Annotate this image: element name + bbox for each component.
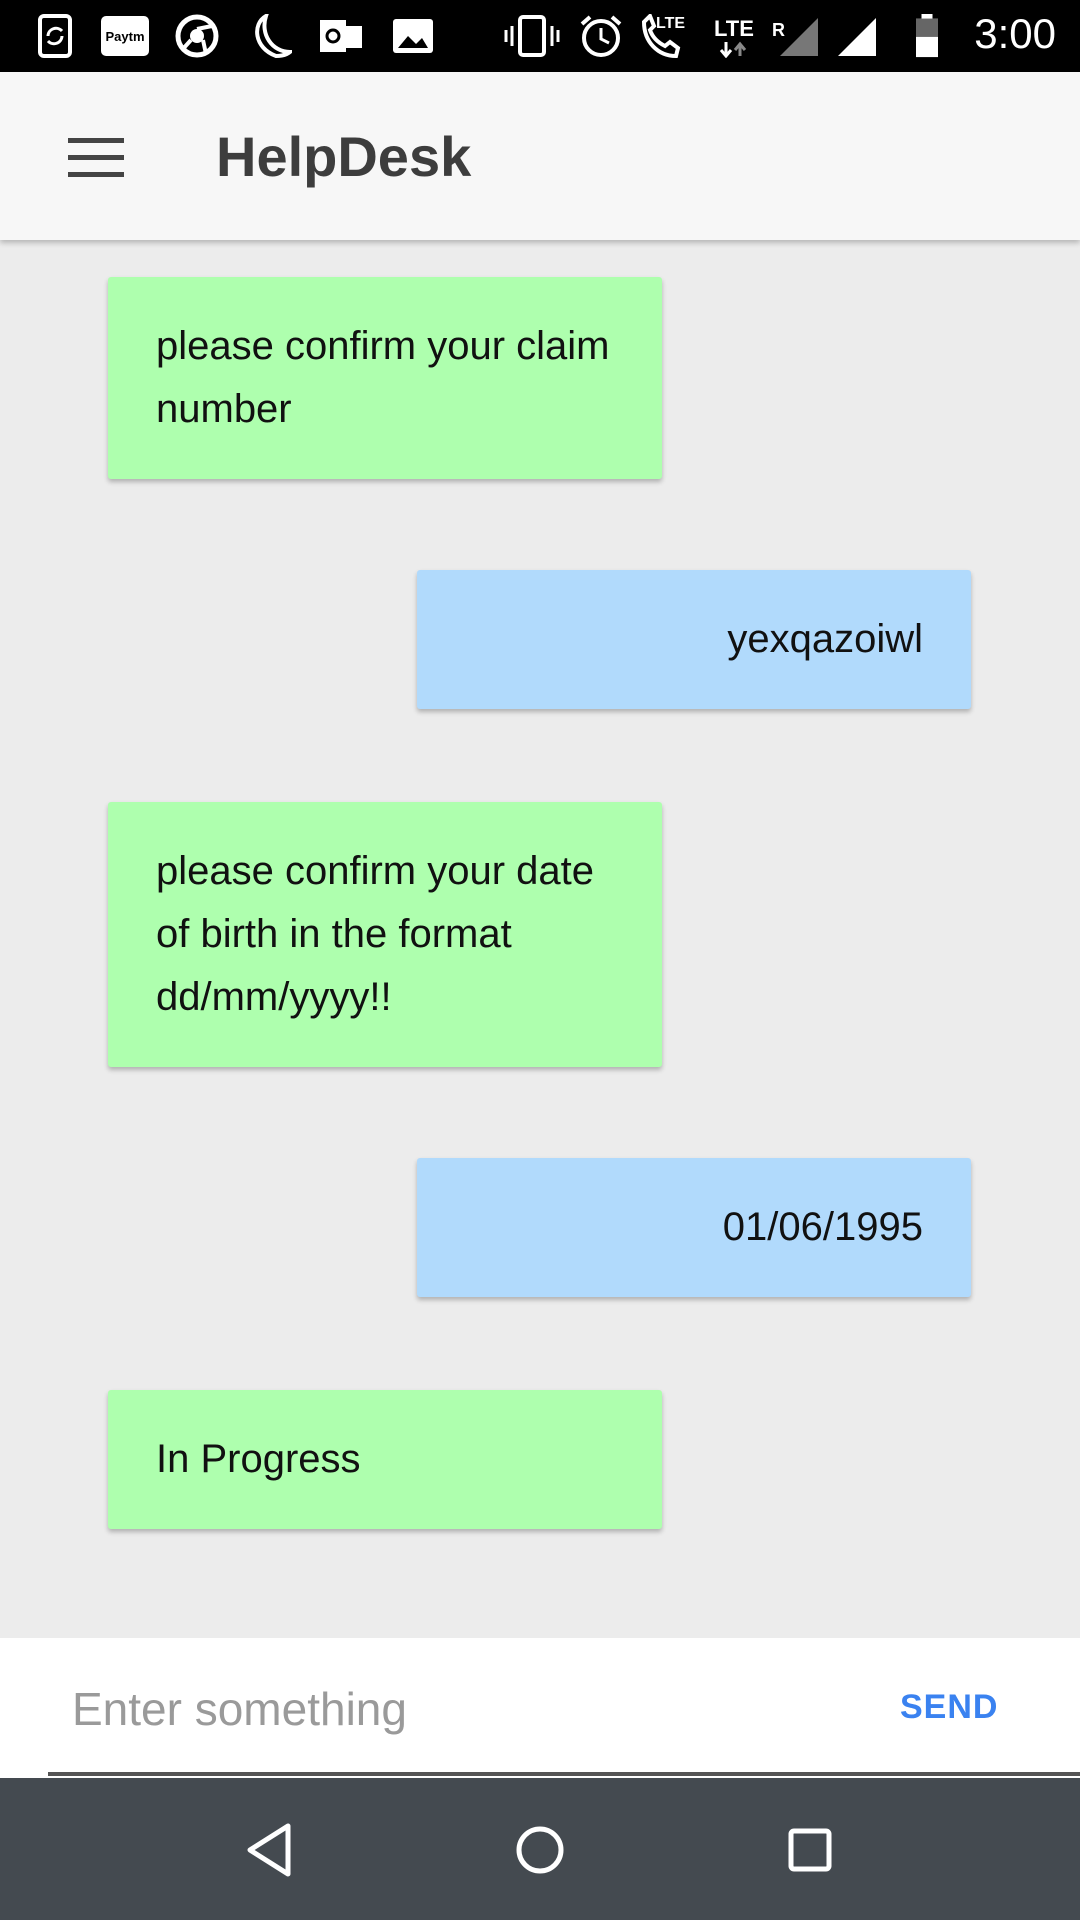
lte-call-icon: LTE xyxy=(641,14,685,58)
signal-icon xyxy=(780,18,818,56)
outlook-icon xyxy=(320,20,362,52)
bot-message: please confirm your claim number xyxy=(108,277,662,479)
send-button[interactable]: SEND xyxy=(900,1688,998,1727)
paytm-icon: Paytm xyxy=(101,16,149,56)
user-message: 01/06/1995 xyxy=(417,1158,971,1297)
message-input[interactable] xyxy=(48,1660,894,1758)
nav-bar xyxy=(0,1778,1080,1920)
composer: SEND xyxy=(0,1638,1080,1778)
moon-icon xyxy=(255,14,292,58)
app-bar: HelpDesk xyxy=(0,72,1080,240)
chrome-icon xyxy=(175,14,219,58)
input-underline xyxy=(48,1772,1080,1776)
alarm-icon xyxy=(580,15,622,57)
sync-phone-icon xyxy=(38,14,72,58)
vibrate-icon xyxy=(504,15,560,57)
gallery-icon xyxy=(393,19,433,53)
svg-text:LTE: LTE xyxy=(656,15,685,32)
battery-icon xyxy=(916,14,938,58)
back-icon[interactable] xyxy=(238,1818,302,1882)
chat-area[interactable]: please confirm your claim number yexqazo… xyxy=(0,240,1080,1638)
bot-message: please confirm your date of birth in the… xyxy=(108,802,662,1067)
home-icon[interactable] xyxy=(508,1818,572,1882)
user-message: yexqazoiwl xyxy=(417,570,971,709)
app-title: HelpDesk xyxy=(216,125,472,188)
signal-icon xyxy=(838,18,876,56)
svg-text:LTE: LTE xyxy=(714,16,754,41)
bot-message: In Progress xyxy=(108,1390,662,1529)
recents-icon[interactable] xyxy=(778,1818,842,1882)
status-time: 3:00 xyxy=(974,10,1056,57)
status-bar: Paytm LTE LTE R 3:00 xyxy=(0,0,1080,72)
menu-icon[interactable] xyxy=(68,138,124,178)
svg-text:Paytm: Paytm xyxy=(105,29,144,44)
